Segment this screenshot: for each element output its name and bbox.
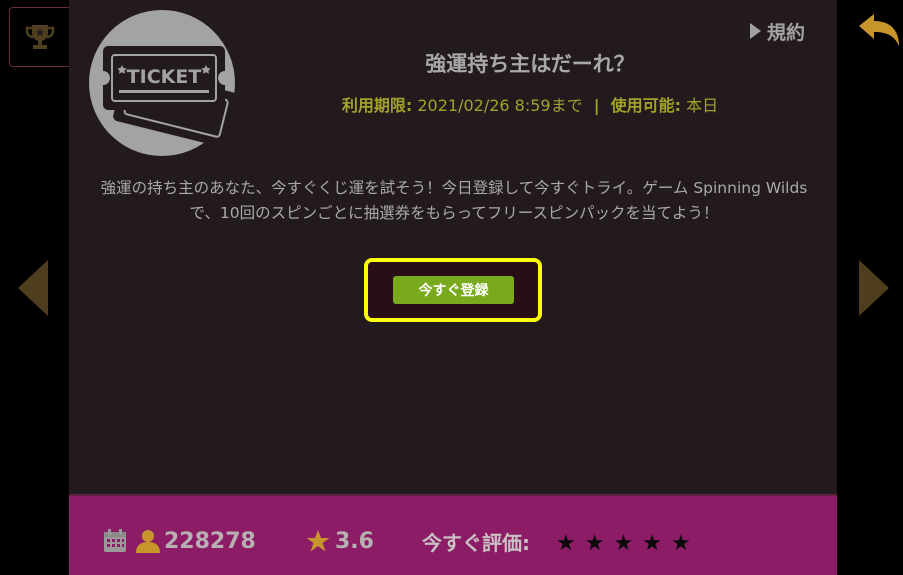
previous-arrow-icon[interactable] [18, 260, 50, 316]
rate-stars: ★ ★ ★ ★ ★ [556, 529, 691, 559]
calendar-icon [104, 529, 126, 552]
meta-separator: | [593, 96, 600, 115]
rate-star-3[interactable]: ★ [613, 533, 633, 555]
back-arrow-icon[interactable] [857, 12, 901, 48]
rate-star-1[interactable]: ★ [556, 533, 576, 555]
rate-star-5[interactable]: ★ [671, 533, 691, 555]
rate-star-4[interactable]: ★ [642, 533, 662, 555]
ticket-label: TICKET [127, 66, 202, 88]
rate-star-2[interactable]: ★ [585, 533, 605, 555]
trophy-button[interactable] [9, 7, 69, 67]
ticket-icon: TICKET [96, 46, 240, 148]
play-triangle-icon [750, 23, 761, 39]
terms-link[interactable]: 規約 [750, 17, 805, 45]
user-count-group: 228278 [103, 526, 256, 556]
rating-value: 3.6 [335, 528, 374, 554]
register-now-button[interactable]: 今すぐ登録 [393, 276, 514, 304]
user-count: 228278 [164, 528, 256, 554]
usable-value: 本日 [686, 96, 719, 115]
next-arrow-icon[interactable] [857, 260, 889, 316]
expiry-label: 利用期限: [341, 96, 413, 115]
expiry-value: 2021/02/26 8:59まで [417, 96, 583, 115]
offer-description: 強運の持ち主のあなた、今すぐくじ運を試そう！今日登録して今すぐトライ。ゲーム S… [100, 179, 808, 222]
offer-meta: 利用期限: 2021/02/26 8:59まで | 使用可能: 本日 [240, 92, 820, 116]
ticket-badge: TICKET [89, 10, 240, 156]
usable-label: 使用可能: [610, 96, 682, 115]
rate-now-label: 今すぐ評価: [422, 530, 530, 555]
terms-label: 規約 [767, 21, 806, 44]
star-icon [306, 530, 330, 552]
offer-title: 強運持ち主はだーれ？ [425, 52, 635, 76]
rating-group: 3.6 [306, 526, 374, 556]
user-icon [136, 530, 160, 553]
trophy-icon [25, 25, 54, 49]
